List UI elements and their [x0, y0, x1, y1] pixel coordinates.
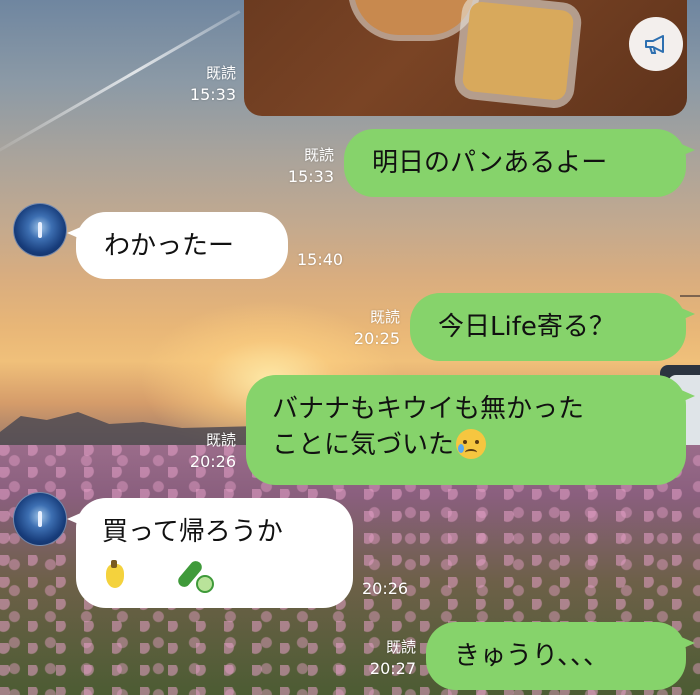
read-receipt: 既読: [303, 146, 334, 164]
message-meta: 既読 20:27: [358, 636, 416, 680]
message-text: 明日のパンあるよー: [372, 148, 608, 178]
cucumber-icon: [174, 557, 214, 593]
message-text: わかったー: [104, 230, 235, 261]
message-meta: 15:40: [297, 249, 357, 271]
contact-avatar[interactable]: [13, 492, 67, 546]
contact-avatar[interactable]: [13, 203, 67, 257]
message-bubble-received[interactable]: わかったー: [67, 212, 288, 279]
message-bubble-sent[interactable]: バナナもキウイも無かった ことに気づいた: [246, 375, 695, 485]
message-meta: 既読 15:33: [276, 144, 334, 188]
message-time: 20:27: [369, 659, 416, 678]
message-text: 買って帰ろうか: [102, 517, 283, 547]
message-time: 20:26: [362, 579, 409, 598]
message-time: 15:33: [189, 85, 236, 104]
crying-face-icon: [456, 428, 487, 459]
image-message[interactable]: [244, 0, 687, 116]
read-receipt: 既読: [385, 638, 416, 656]
message-meta: 既読 20:25: [342, 306, 400, 350]
read-receipt: 既読: [205, 431, 236, 449]
message-bubble-sent[interactable]: 明日のパンあるよー: [344, 129, 695, 197]
message-meta: 既読 20:26: [178, 429, 236, 473]
message-time: 15:40: [297, 250, 344, 269]
read-receipt: 既読: [205, 64, 236, 82]
message-time: 15:33: [287, 167, 334, 186]
read-receipt: 既読: [369, 308, 400, 326]
message-text: きゅうり、、、: [454, 641, 609, 671]
message-meta: 20:26: [362, 578, 422, 600]
focaccia-bread: [461, 0, 575, 102]
message-bubble-received[interactable]: 買って帰ろうか: [67, 498, 353, 608]
message-bubble-sent[interactable]: きゅうり、、、: [426, 622, 695, 690]
emoji-row: [102, 556, 325, 593]
message-time: 20:26: [189, 452, 236, 471]
megaphone-icon[interactable]: [629, 17, 683, 71]
message-meta: 既読 15:33: [180, 62, 236, 106]
banana-icon: [102, 559, 130, 590]
message-text: 今日Life寄る？: [438, 312, 615, 342]
message-time: 20:25: [353, 329, 400, 348]
message-bubble-sent[interactable]: 今日Life寄る？: [410, 293, 695, 361]
bread-roll: [354, 0, 474, 35]
message-text-line: ことに気づいた: [272, 427, 658, 463]
message-text-line: バナナもキウイも無かった: [272, 394, 585, 424]
